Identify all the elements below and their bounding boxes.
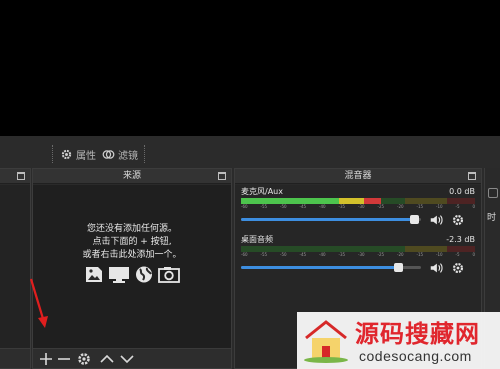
display-capture-icon xyxy=(109,267,129,283)
tick-label: -5 xyxy=(455,204,460,209)
sources-dock-title: 来源 xyxy=(33,169,231,184)
settings-icon[interactable] xyxy=(488,188,498,198)
tick-label: -15 xyxy=(416,204,424,209)
tick-label: 0 xyxy=(472,204,475,209)
tick-label: -55 xyxy=(260,252,268,257)
image-icon xyxy=(86,267,102,282)
gear-icon xyxy=(61,149,72,159)
channel-db: -2.3 dB xyxy=(446,235,475,244)
tick-label: -50 xyxy=(280,204,287,209)
toolbar-separator xyxy=(52,145,54,163)
filters-button[interactable]: 滤镜 xyxy=(102,145,138,163)
source-type-icons xyxy=(85,266,180,283)
slider-handle[interactable] xyxy=(409,215,419,224)
float-button-icon[interactable] xyxy=(218,172,226,180)
float-button-icon[interactable] xyxy=(468,172,476,180)
gear-icon[interactable] xyxy=(451,213,465,227)
scenes-dock-title xyxy=(0,169,30,184)
tick-label: -60 xyxy=(241,204,248,209)
sources-toolbar xyxy=(33,348,231,368)
channel-name: 麦克风/Aux xyxy=(241,187,283,196)
tick-label: -45 xyxy=(299,252,307,257)
mixer-dock-title: 混音器 xyxy=(235,169,481,184)
tick-label: 0 xyxy=(472,252,475,257)
mixer-channel: 桌面音频 -2.3 dB -60 -55 -50 -45 -40 -35 -30 -25 -20… xyxy=(241,235,475,275)
tick-label: -25 xyxy=(377,252,385,257)
gear-icon[interactable] xyxy=(451,261,465,275)
volume-slider[interactable] xyxy=(241,215,421,224)
meter-ticks: -60 -55 -50 -45 -40 -35 -30 -25 -20 -15 -10 -5 0 xyxy=(241,204,475,211)
mixer-title: 混音器 xyxy=(344,171,372,181)
scenes-dock xyxy=(0,168,31,369)
empty-line-3: 或者右击此处添加一个。 xyxy=(82,250,182,260)
add-icon[interactable] xyxy=(38,351,54,367)
tick-label: -5 xyxy=(455,252,460,257)
filter-icon xyxy=(102,149,115,159)
remove-icon[interactable] xyxy=(56,351,72,367)
tick-label: -25 xyxy=(377,204,385,209)
speaker-icon[interactable] xyxy=(429,213,443,227)
properties-label: 属性 xyxy=(76,150,96,162)
tick-label: -35 xyxy=(338,204,346,209)
empty-line-1: 您还没有添加任何源。 xyxy=(86,224,177,234)
sources-title: 来源 xyxy=(122,171,141,181)
tick-label: -45 xyxy=(299,204,307,209)
slider-handle[interactable] xyxy=(393,263,403,272)
tick-label: -60 xyxy=(241,252,248,257)
tick-label: -40 xyxy=(319,204,326,209)
channel-db: 0.0 dB xyxy=(449,187,475,196)
tick-label: -10 xyxy=(436,204,443,209)
mixer-channel: 麦克风/Aux 0.0 dB -60 -55 -50 -45 -40 -35 -30 -25-… xyxy=(241,187,475,227)
empty-line-2: 点击下面的 + 按钮, xyxy=(92,237,172,247)
preview-canvas xyxy=(0,0,500,136)
float-button-icon[interactable] xyxy=(17,172,25,180)
tick-label: -30 xyxy=(358,252,365,257)
tick-label: -20 xyxy=(397,252,404,257)
tick-label: -10 xyxy=(436,252,443,257)
tick-label: -15 xyxy=(416,252,424,257)
watermark-title: 源码搜藏网 xyxy=(355,320,480,348)
browser-icon xyxy=(136,266,152,283)
sources-empty-message: 您还没有添加任何源。 点击下面的 + 按钮, 或者右击此处添加一个。 xyxy=(33,223,231,262)
move-up-icon[interactable] xyxy=(99,351,115,367)
watermark-url: codesocang.com xyxy=(359,348,472,364)
tick-label: -20 xyxy=(397,204,404,209)
filters-label: 滤镜 xyxy=(118,150,138,162)
source-toolbar: 属性 滤镜 xyxy=(0,142,500,166)
tick-label: -50 xyxy=(280,252,287,257)
watermark: 源码搜藏网 codesocang.com xyxy=(297,312,500,369)
partial-label: 时 xyxy=(487,213,497,223)
tick-label: -55 xyxy=(260,204,268,209)
channel-name: 桌面音频 xyxy=(241,235,273,244)
camera-icon xyxy=(158,267,180,283)
sources-dock: 来源 您还没有添加任何源。 点击下面的 + 按钮, 或者右击此处添加一个。 xyxy=(32,168,232,369)
move-down-icon[interactable] xyxy=(119,351,135,367)
annotation-arrow-icon xyxy=(29,278,48,328)
tick-label: -30 xyxy=(358,204,365,209)
speaker-icon[interactable] xyxy=(429,261,443,275)
toolbar-separator xyxy=(144,145,146,163)
volume-slider[interactable] xyxy=(241,263,421,272)
gear-icon[interactable] xyxy=(76,351,92,367)
tick-label: -40 xyxy=(319,252,326,257)
properties-button[interactable]: 属性 xyxy=(60,145,96,163)
tick-label: -35 xyxy=(338,252,346,257)
meter-ticks: -60 -55 -50 -45 -40 -35 -30 -25 -20 -15 -10 -5 0 xyxy=(241,252,475,259)
watermark-logo-icon xyxy=(304,320,348,363)
